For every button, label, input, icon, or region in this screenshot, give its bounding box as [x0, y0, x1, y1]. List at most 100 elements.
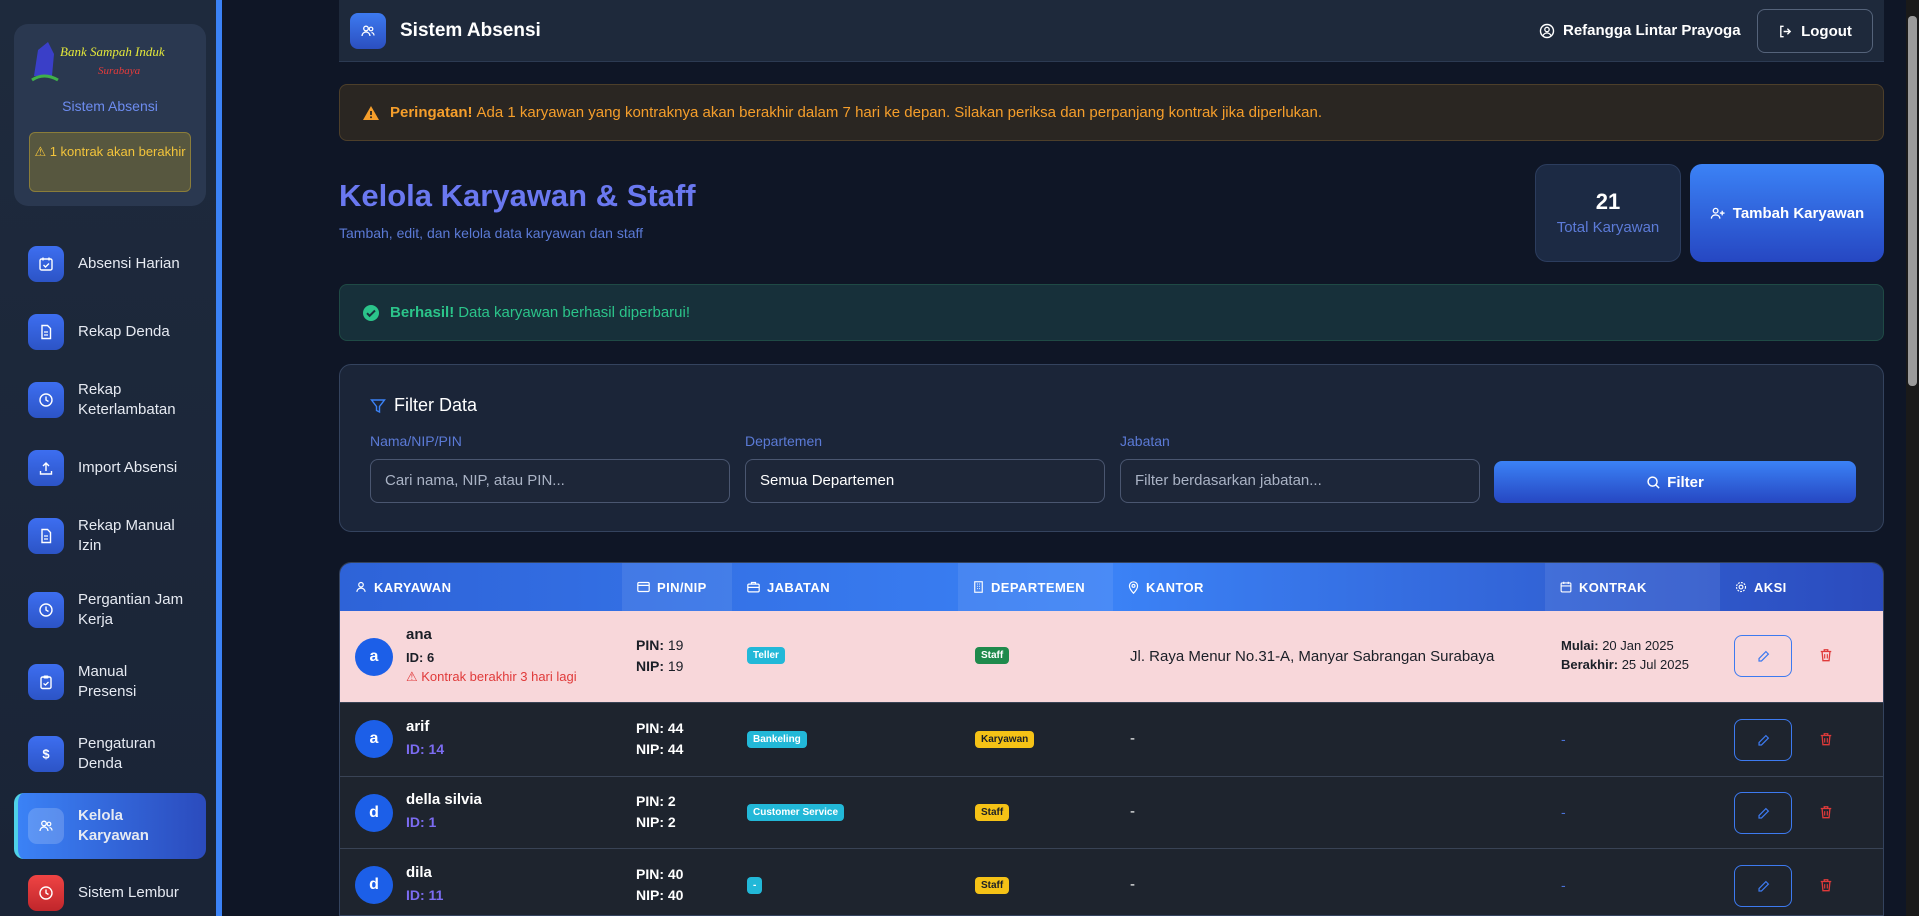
- contract-warning-alert: Peringatan! Ada 1 karyawan yang kontrakn…: [339, 84, 1884, 141]
- jabatan-filter-label: Jabatan: [1120, 433, 1170, 449]
- sidebar: Bank Sampah Induk Surabaya Sistem Absens…: [0, 0, 222, 916]
- page-scrollbar[interactable]: [1906, 0, 1919, 916]
- total-label: Total Karyawan: [1556, 219, 1660, 236]
- trash-icon[interactable]: [1819, 732, 1833, 746]
- search-icon: [1647, 475, 1660, 489]
- name-search-input[interactable]: Cari nama, NIP, atau PIN...: [370, 459, 730, 503]
- pin-nip: PIN: 44 NIP: 44: [636, 720, 684, 757]
- pencil-icon: [1757, 807, 1769, 819]
- table-row[interactable]: a ana ID: 6 ⚠ Kontrak berakhir 3 hari la…: [340, 611, 1883, 703]
- logout-button[interactable]: Logout: [1757, 9, 1873, 53]
- calendar-icon: [1560, 581, 1572, 593]
- success-text: Data karyawan berhasil diperbarui!: [458, 304, 690, 321]
- sidebar-item-absensi-harian[interactable]: Absensi Harian: [14, 246, 206, 282]
- page-subtitle: Tambah, edit, dan kelola data karyawan d…: [339, 225, 644, 241]
- sidebar-item-sistem-lembur[interactable]: Sistem Lembur: [14, 875, 206, 911]
- map-pin-icon: [1128, 580, 1139, 594]
- sidebar-item-rekap-manual-izin[interactable]: Rekap Manual Izin: [14, 516, 206, 556]
- pin-nip: PIN: 19 NIP: 19: [636, 637, 684, 674]
- employee-id: ID: 11: [406, 887, 444, 903]
- sidebar-item-label: Absensi Harian: [78, 255, 180, 272]
- clipboard-icon: [28, 664, 64, 700]
- pin-nip: PIN: 2 NIP: 2: [636, 793, 676, 830]
- jabatan-badge: Customer Service: [747, 804, 845, 821]
- pencil-icon: [1757, 650, 1769, 662]
- dollar-icon: $: [28, 736, 64, 772]
- warning-triangle-icon: [363, 105, 379, 120]
- column-header-departemen: DEPARTEMEN: [958, 563, 1113, 611]
- user-icon: [356, 581, 366, 592]
- sidebar-item-rekap-keterlambatan[interactable]: Rekap Keterlambatan: [14, 380, 194, 420]
- departemen-badge: Staff: [975, 647, 1010, 664]
- avatar: a: [355, 638, 393, 676]
- sidebar-item-import-absensi[interactable]: Import Absensi: [14, 450, 206, 486]
- kantor-address: -: [1130, 803, 1135, 820]
- sidebar-item-rekap-denda[interactable]: Rekap Denda: [14, 314, 206, 350]
- trash-icon[interactable]: [1819, 878, 1833, 892]
- employee-name: ana: [406, 626, 432, 643]
- departemen-badge: Staff: [975, 877, 1010, 894]
- column-header-jabatan: JABATAN: [732, 563, 958, 611]
- brand-subtitle: Sistem Absensi: [62, 98, 158, 114]
- column-header-kantor: KANTOR: [1113, 563, 1545, 611]
- sidebar-item-pergantian-jam-kerja[interactable]: Pergantian Jam Kerja: [14, 590, 206, 630]
- sidebar-item-pengaturan-denda[interactable]: $ Pengaturan Denda: [14, 734, 206, 774]
- edit-button[interactable]: [1734, 719, 1792, 761]
- id-card-icon: [637, 581, 650, 593]
- users-icon: [28, 808, 64, 844]
- kantor-address: -: [1130, 876, 1135, 893]
- employee-name: arif: [406, 718, 430, 735]
- add-employee-button[interactable]: Tambah Karyawan: [1690, 164, 1884, 262]
- users-icon: [350, 13, 386, 49]
- column-header-aksi: AKSI: [1720, 563, 1883, 611]
- filter-title: Filter Data: [370, 395, 477, 416]
- table-row[interactable]: d dila ID: 11 PIN: 40 NIP: 40 - Staff - …: [340, 849, 1883, 915]
- sidebar-item-label: Rekap Denda: [78, 323, 170, 340]
- contract-expiring-text: ⚠ Kontrak berakhir 3 hari lagi: [406, 669, 577, 684]
- app-title: Sistem Absensi: [400, 20, 541, 41]
- svg-text:Bank Sampah Induk: Bank Sampah Induk: [60, 44, 165, 59]
- employee-id: ID: 1: [406, 814, 437, 830]
- filter-icon: [370, 398, 386, 413]
- avatar: a: [355, 720, 393, 758]
- gear-icon: [1735, 581, 1747, 593]
- sidebar-item-label: Sistem Lembur: [78, 884, 179, 901]
- sidebar-item-label: Pengaturan Denda: [78, 735, 156, 772]
- department-select[interactable]: Semua Departemen: [745, 459, 1105, 503]
- total-count: 21: [1595, 189, 1621, 214]
- calendar-check-icon: [28, 246, 64, 282]
- kantor-address: Jl. Raya Menur No.31-A, Manyar Sabrangan…: [1130, 648, 1495, 665]
- table-row[interactable]: d della silvia ID: 1 PIN: 2 NIP: 2 Custo…: [340, 777, 1883, 849]
- pencil-icon: [1757, 880, 1769, 892]
- employee-table: KARYAWAN PIN/NIP JABATAN DEPARTEMEN KANT…: [339, 562, 1884, 916]
- edit-button[interactable]: [1734, 792, 1792, 834]
- jabatan-input[interactable]: Filter berdasarkan jabatan...: [1120, 459, 1480, 503]
- table-row[interactable]: a arif ID: 14 PIN: 44 NIP: 44 Bankeling …: [340, 703, 1883, 777]
- sidebar-item-manual-presensi[interactable]: Manual Presensi: [14, 662, 206, 702]
- topbar: Sistem Absensi Refangga Lintar Prayoga L…: [339, 0, 1884, 62]
- filter-button[interactable]: Filter: [1494, 461, 1856, 503]
- filter-card: Filter Data Nama/NIP/PIN Cari nama, NIP,…: [339, 364, 1884, 532]
- sidebar-item-label: Pergantian Jam Kerja: [78, 591, 184, 628]
- edit-button[interactable]: [1734, 635, 1792, 677]
- logout-icon: [1780, 25, 1792, 37]
- sidebar-item-kelola-karyawan[interactable]: Kelola Karyawan: [14, 793, 206, 859]
- edit-button[interactable]: [1734, 865, 1792, 907]
- pin-nip: PIN: 40 NIP: 40: [636, 866, 684, 903]
- column-header-karyawan: KARYAWAN: [340, 563, 622, 611]
- employee-name: dila: [406, 864, 432, 881]
- check-circle-icon: [363, 304, 379, 321]
- sidebar-item-label: Rekap Manual Izin: [78, 517, 175, 554]
- contract-warning-badge[interactable]: ⚠ 1 kontrak akan berakhir: [29, 132, 191, 192]
- total-karyawan-card: 21 Total Karyawan: [1535, 164, 1681, 262]
- scrollbar-thumb[interactable]: [1908, 16, 1917, 386]
- avatar: d: [355, 794, 393, 832]
- trash-icon[interactable]: [1819, 648, 1833, 662]
- user-menu[interactable]: Refangga Lintar Prayoga: [1539, 22, 1741, 39]
- kontrak-dates: Mulai: 20 Jan 2025 Berakhir: 25 Jul 2025: [1561, 638, 1689, 672]
- svg-text:$: $: [42, 747, 50, 762]
- document-icon: [28, 518, 64, 554]
- clock-icon: [28, 592, 64, 628]
- table-header: KARYAWAN PIN/NIP JABATAN DEPARTEMEN KANT…: [340, 563, 1883, 611]
- trash-icon[interactable]: [1819, 805, 1833, 819]
